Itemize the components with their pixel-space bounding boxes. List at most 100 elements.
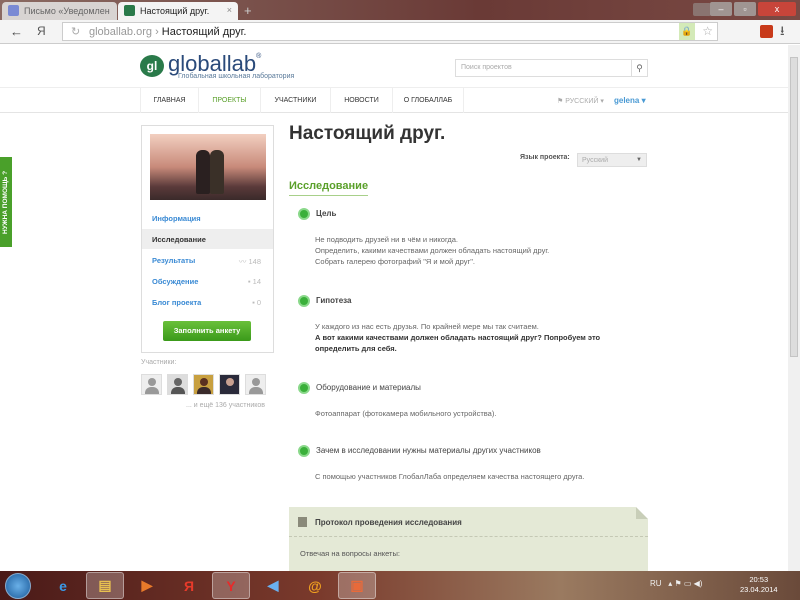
more-participants-link[interactable]: ... и ещё 136 участников — [186, 402, 265, 409]
audio-icon[interactable]: ◀ — [254, 572, 292, 599]
avatar[interactable] — [141, 374, 162, 395]
reload-icon[interactable]: ↻ — [71, 25, 80, 38]
close-tab-icon[interactable]: × — [227, 5, 232, 15]
bookmark-star-icon[interactable]: ☆ — [702, 24, 713, 38]
blog-count: ▪ 0 — [252, 298, 261, 307]
nav-projects[interactable]: ПРОЕКТЫ — [198, 88, 260, 113]
tray-icons[interactable]: ▴ ⚑ ▭ ◀) — [668, 579, 702, 588]
address-toolbar: ← Я ↻ globallab.org › Настоящий друг. 🔒 … — [0, 20, 800, 44]
yandex-browser-icon[interactable]: Y — [212, 572, 250, 599]
language-selector[interactable]: ⚑ РУССКИЙ ▾ — [557, 97, 604, 105]
avatar[interactable] — [193, 374, 214, 395]
tab-label: Настоящий друг. — [140, 6, 210, 16]
url-separator: › — [155, 26, 159, 38]
why-materials-title: Зачем в исследовании нужны материалы дру… — [316, 446, 541, 455]
user-menu[interactable]: gelena ▾ — [614, 96, 646, 105]
participants-label: Участники: — [141, 359, 177, 366]
scrollbar[interactable] — [788, 45, 800, 571]
minimize-button[interactable]: – — [710, 2, 732, 16]
results-count: 〰 148 — [238, 257, 261, 266]
ie-icon[interactable]: e — [44, 572, 82, 599]
close-window-button[interactable]: x — [758, 2, 796, 16]
person-icon — [298, 445, 310, 457]
address-bar[interactable]: ↻ globallab.org › Настоящий друг. 🔒 ☆ — [62, 22, 718, 41]
text-bold: А вот какими качествами должен обладать … — [315, 333, 601, 353]
protocol-text: Отвечая на вопросы анкеты: — [300, 549, 400, 558]
sidebar-item-label: Исследование — [152, 235, 206, 244]
sidebar-item-research[interactable]: Исследование — [142, 229, 273, 249]
globallab-logo[interactable]: gl globallab ® Глобальная школьная лабора… — [140, 51, 294, 80]
sidebar-item-info[interactable]: Информация — [142, 208, 273, 228]
section-heading: Исследование — [289, 180, 369, 196]
participants-avatars — [141, 374, 266, 395]
url-domain: globallab.org — [89, 26, 152, 38]
text-line: Собрать галерею фотографий "Я и мой друг… — [315, 257, 475, 266]
system-tray[interactable]: RU ▴ ⚑ ▭ ◀) — [650, 579, 702, 588]
tab-mail[interactable]: Письмо «Уведомлен — [2, 2, 117, 20]
mail-icon — [8, 5, 19, 16]
avatar[interactable] — [219, 374, 240, 395]
text-line: Определить, какими качествами должен обл… — [315, 246, 550, 255]
powerpoint-icon[interactable]: ▣ — [338, 572, 376, 599]
hypothesis-title: Гипотеза — [316, 296, 352, 305]
project-language-value: Русский — [582, 157, 608, 164]
text-line: Фотоаппарат (фотокамера мобильного устро… — [315, 409, 497, 418]
tab-label: Письмо «Уведомлен — [24, 6, 110, 16]
scrollbar-thumb[interactable] — [790, 57, 798, 357]
sidebar-item-results[interactable]: Результаты 〰 148 — [142, 250, 273, 270]
text-line: С помощью участников ГлобалЛаба определя… — [315, 472, 585, 481]
browser-titlebar: Письмо «Уведомлен Настоящий друг. × + – ▫ x — [0, 0, 800, 20]
url-page: Настоящий друг. — [161, 26, 247, 38]
download-icon[interactable]: ⭳ — [780, 22, 785, 44]
yandex-button[interactable]: Я — [37, 24, 46, 38]
pencil-icon — [298, 382, 310, 394]
nav-news[interactable]: НОВОСТИ — [330, 88, 392, 113]
help-tab[interactable]: НУЖНА ПОМОЩЬ ? — [0, 157, 12, 247]
date: 23.04.2014 — [740, 585, 778, 594]
yandex-icon[interactable]: Я — [170, 572, 208, 599]
new-tab-button[interactable]: + — [244, 3, 252, 18]
page-title: Настоящий друг. — [289, 123, 446, 144]
nav-about[interactable]: О ГЛОБАЛЛАБ — [392, 88, 464, 113]
mail-agent-icon[interactable]: @ — [296, 572, 334, 599]
why-materials-text: С помощью участников ГлобалЛаба определя… — [315, 471, 645, 482]
discussion-count: ▪ 14 — [247, 277, 261, 286]
hypothesis-text: У каждого из нас есть друзья. По крайней… — [315, 321, 645, 354]
start-button[interactable] — [5, 573, 31, 599]
search-input[interactable]: Поиск проектов ⚲ — [455, 59, 648, 77]
search-placeholder: Поиск проектов — [461, 64, 512, 71]
search-icon[interactable]: ⚲ — [631, 60, 647, 76]
text-line: Не подводить друзей ни в чём и никогда. — [315, 235, 458, 244]
fill-survey-button[interactable]: Заполнить анкету — [163, 321, 251, 341]
tab-active[interactable]: Настоящий друг. × — [118, 2, 238, 20]
avatar[interactable] — [167, 374, 188, 395]
nav-home[interactable]: ГЛАВНАЯ — [140, 88, 198, 113]
explorer-icon[interactable]: ▤ — [86, 572, 124, 599]
clock[interactable]: 20:53 23.04.2014 — [740, 575, 778, 595]
maximize-button[interactable]: ▫ — [734, 2, 756, 16]
sidebar-item-label: Информация — [152, 214, 201, 223]
browser-menu-button[interactable] — [693, 3, 711, 16]
avatar[interactable] — [245, 374, 266, 395]
logo-subtitle: Глобальная школьная лаборатория — [178, 73, 295, 80]
logo-name: globallab — [168, 51, 257, 76]
lock-icon[interactable]: 🔒 — [679, 23, 695, 40]
input-language[interactable]: RU — [650, 579, 662, 588]
sidebar-item-blog[interactable]: Блог проекта ▪ 0 — [142, 292, 273, 312]
nav-participants[interactable]: УЧАСТНИКИ — [260, 88, 330, 113]
project-language-label: Язык проекта: — [520, 154, 570, 161]
project-language-select[interactable]: Русский ▼ — [577, 153, 647, 167]
protocol-panel: Протокол проведения исследования Отвечая… — [289, 507, 648, 571]
sidebar-item-label: Результаты — [152, 256, 196, 265]
extension-icon[interactable] — [760, 25, 773, 38]
main-nav: ГЛАВНАЯ ПРОЕКТЫ УЧАСТНИКИ НОВОСТИ О ГЛОБ… — [0, 87, 788, 113]
sidebar-item-discussion[interactable]: Обсуждение ▪ 14 — [142, 271, 273, 291]
logo-reg: ® — [256, 53, 262, 60]
text-line: У каждого из нас есть друзья. По крайней… — [315, 322, 539, 331]
globallab-favicon-icon — [124, 5, 135, 16]
sidebar-item-label: Обсуждение — [152, 277, 199, 286]
back-button[interactable]: ← — [10, 24, 23, 39]
time: 20:53 — [749, 575, 769, 584]
media-player-icon[interactable]: ▶ — [128, 572, 166, 599]
equipment-title: Оборудование и материалы — [316, 383, 421, 392]
